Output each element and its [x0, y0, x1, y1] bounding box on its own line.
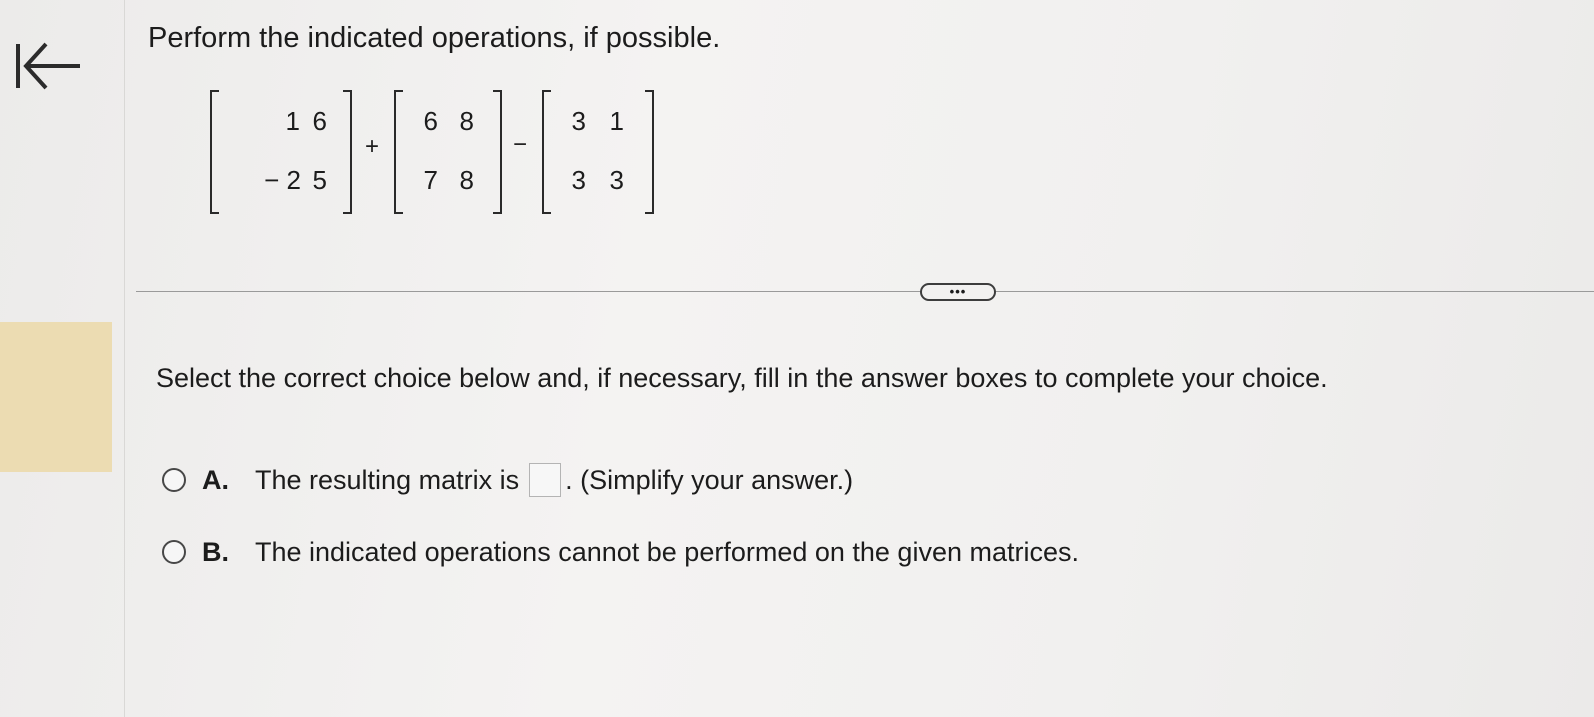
matrix-2-cell: 6 — [423, 106, 438, 136]
left-bracket — [210, 90, 219, 214]
choice-b[interactable]: B. The indicated operations cannot be pe… — [162, 534, 1079, 570]
choice-a-text: The resulting matrix is — [255, 464, 520, 495]
answer-input-box[interactable] — [529, 463, 562, 497]
matrix-2-cell: 8 — [459, 165, 474, 195]
choice-a-letter: A. — [202, 464, 229, 495]
choice-a[interactable]: A. The resulting matrix is . (Simplify y… — [162, 462, 853, 498]
back-to-start-icon[interactable] — [14, 40, 82, 92]
choice-a-hint: . (Simplify your answer.) — [565, 464, 854, 495]
right-bracket — [343, 90, 352, 214]
minus-operator: − — [513, 131, 528, 158]
choice-b-letter: B. — [202, 536, 229, 567]
matrix-3-cell: 1 — [609, 106, 624, 136]
matrix-2: 6 8 7 8 — [394, 90, 502, 216]
right-bracket — [493, 90, 502, 214]
radio-button-a[interactable] — [162, 468, 186, 492]
matrix-3-cell: 3 — [571, 106, 586, 136]
matrix-2-cell: 8 — [459, 106, 474, 136]
matrix-3-cell: 3 — [571, 165, 586, 195]
matrix-3: 3 1 3 3 — [542, 90, 654, 216]
matrix-1-cell: 5 — [312, 165, 327, 195]
section-divider — [136, 291, 1594, 292]
question-prompt: Perform the indicated operations, if pos… — [148, 22, 721, 54]
matrix-3-cell: 3 — [609, 165, 624, 195]
matrix-1-cell: 6 — [312, 106, 327, 136]
radio-button-b[interactable] — [162, 540, 186, 564]
plus-operator: + — [365, 133, 380, 160]
choice-b-text: The indicated operations cannot be perfo… — [255, 536, 1079, 567]
side-panel-tab[interactable] — [0, 322, 112, 472]
instruction-text: Select the correct choice below and, if … — [156, 363, 1328, 393]
matrix-expression: 1 6 − 2 5 + 6 8 7 8 − 3 1 3 3 — [210, 90, 670, 220]
matrix-2-cell: 7 — [423, 165, 438, 195]
right-bracket — [645, 90, 654, 214]
more-options-button[interactable]: ••• — [920, 283, 996, 301]
matrix-1: 1 6 − 2 5 — [210, 90, 352, 216]
